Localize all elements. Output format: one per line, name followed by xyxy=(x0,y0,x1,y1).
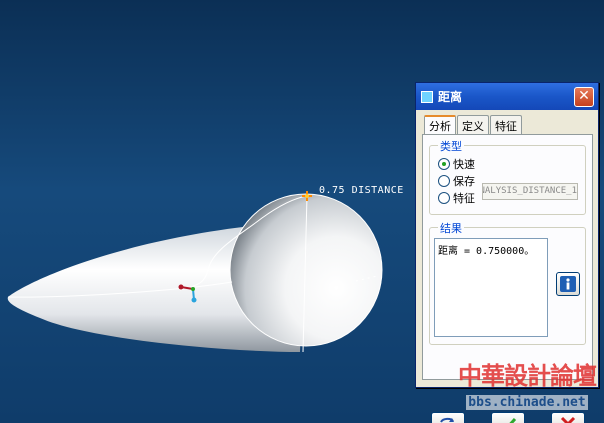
radio-button[interactable] xyxy=(438,192,450,204)
watermark-url: bbs.chinade.net xyxy=(466,395,588,410)
result-group: 结果 距离 = 0.750000。 xyxy=(429,220,586,345)
radio-label-quick: 快速 xyxy=(453,158,475,171)
radio-quick[interactable]: 快速 xyxy=(438,156,475,172)
teardrop-model xyxy=(7,193,383,353)
radio-button[interactable] xyxy=(438,175,450,187)
watermark-title: 中華設計論壇 xyxy=(458,361,597,390)
dialog-titlebar[interactable]: 距离 ✕ xyxy=(416,83,598,110)
tab-feature[interactable]: 特征 xyxy=(490,115,522,134)
radio-label-save: 保存 xyxy=(453,175,475,188)
app-icon xyxy=(421,90,433,103)
close-button[interactable]: ✕ xyxy=(574,87,594,107)
radio-feature[interactable]: 特征 xyxy=(438,190,475,206)
radio-button-checked[interactable] xyxy=(438,158,450,170)
distance-dialog: 距离 ✕ 分析 定义 特征 类型 快速 保存 特征 ANALYSIS_DISTA… xyxy=(415,82,599,423)
result-group-label: 结果 xyxy=(438,220,464,236)
radio-save[interactable]: 保存 xyxy=(438,173,475,189)
type-group-label: 类型 xyxy=(438,138,464,154)
distance-dimension-label: 0.75 DISTANCE xyxy=(319,185,404,196)
forum-watermark: 中華設計論壇 bbs.chinade.net xyxy=(450,356,604,423)
result-textarea[interactable]: 距离 = 0.750000。 xyxy=(434,238,548,337)
radio-label-feature: 特征 xyxy=(453,192,475,205)
type-group: 类型 快速 保存 特征 ANALYSIS_DISTANCE_1 xyxy=(429,138,586,215)
info-icon xyxy=(560,276,576,292)
analysis-panel: 类型 快速 保存 特征 ANALYSIS_DISTANCE_1 结果 距离 = … xyxy=(422,134,593,423)
close-icon: ✕ xyxy=(578,88,590,104)
tab-analysis[interactable]: 分析 xyxy=(424,115,456,134)
tab-bar: 分析 定义 特征 xyxy=(424,115,523,134)
saved-name-field[interactable]: ANALYSIS_DISTANCE_1 xyxy=(482,183,578,200)
dialog-title: 距离 xyxy=(438,90,463,104)
tab-definition[interactable]: 定义 xyxy=(457,115,489,134)
info-button[interactable] xyxy=(556,272,580,296)
